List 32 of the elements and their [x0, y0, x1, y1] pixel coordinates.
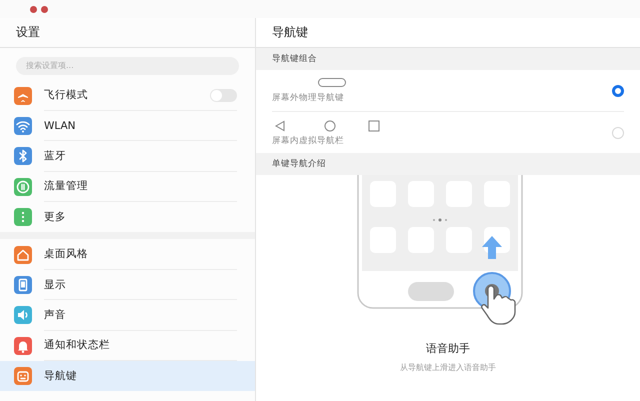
item-label: WLAN [44, 120, 77, 132]
settings-item[interactable]: 导航键 [0, 361, 255, 392]
option-label: 屏幕外物理导航键 [272, 92, 345, 104]
settings-item[interactable]: 声音 [0, 300, 255, 331]
section-header: 导航键组合 [256, 48, 640, 70]
radio-button[interactable] [612, 84, 624, 96]
settings-item[interactable]: WLAN [0, 110, 255, 142]
item-label: 导航键 [44, 369, 78, 384]
settings-item[interactable]: 显示 [0, 270, 255, 300]
item-label: 蓝牙 [44, 148, 67, 163]
search-field[interactable]: 搜索设置项... [16, 56, 239, 74]
item-label: 飞行模式 [44, 88, 89, 102]
settings-item[interactable]: 流量管理 [0, 172, 255, 202]
settings-item[interactable]: 飞行模式 [0, 80, 255, 111]
window-dot[interactable] [41, 6, 48, 12]
section-header: 单键导航介绍 [256, 153, 640, 175]
settings-item[interactable]: 蓝牙 [0, 141, 255, 172]
illustration-title: 语音助手 [426, 341, 470, 356]
item-label: 流量管理 [44, 179, 89, 194]
physical-key-icon [318, 78, 346, 86]
item-label: 桌面风格 [44, 247, 89, 262]
settings-item[interactable]: 桌面风格 [0, 239, 255, 270]
item-label: 更多 [44, 210, 67, 224]
settings-item[interactable]: 更多 [0, 202, 255, 232]
item-label: 声音 [44, 308, 67, 322]
item-label: 显示 [44, 278, 67, 292]
option-label: 屏幕内虚拟导航栏 [272, 134, 345, 146]
sidebar-title: 设置 [0, 18, 255, 48]
item-label: 通知和状态栏 [44, 338, 111, 352]
illustration-caption: 从导航键上滑进入语音助手 [400, 362, 496, 373]
toggle-switch[interactable] [210, 88, 237, 102]
window-dot[interactable] [30, 6, 37, 12]
